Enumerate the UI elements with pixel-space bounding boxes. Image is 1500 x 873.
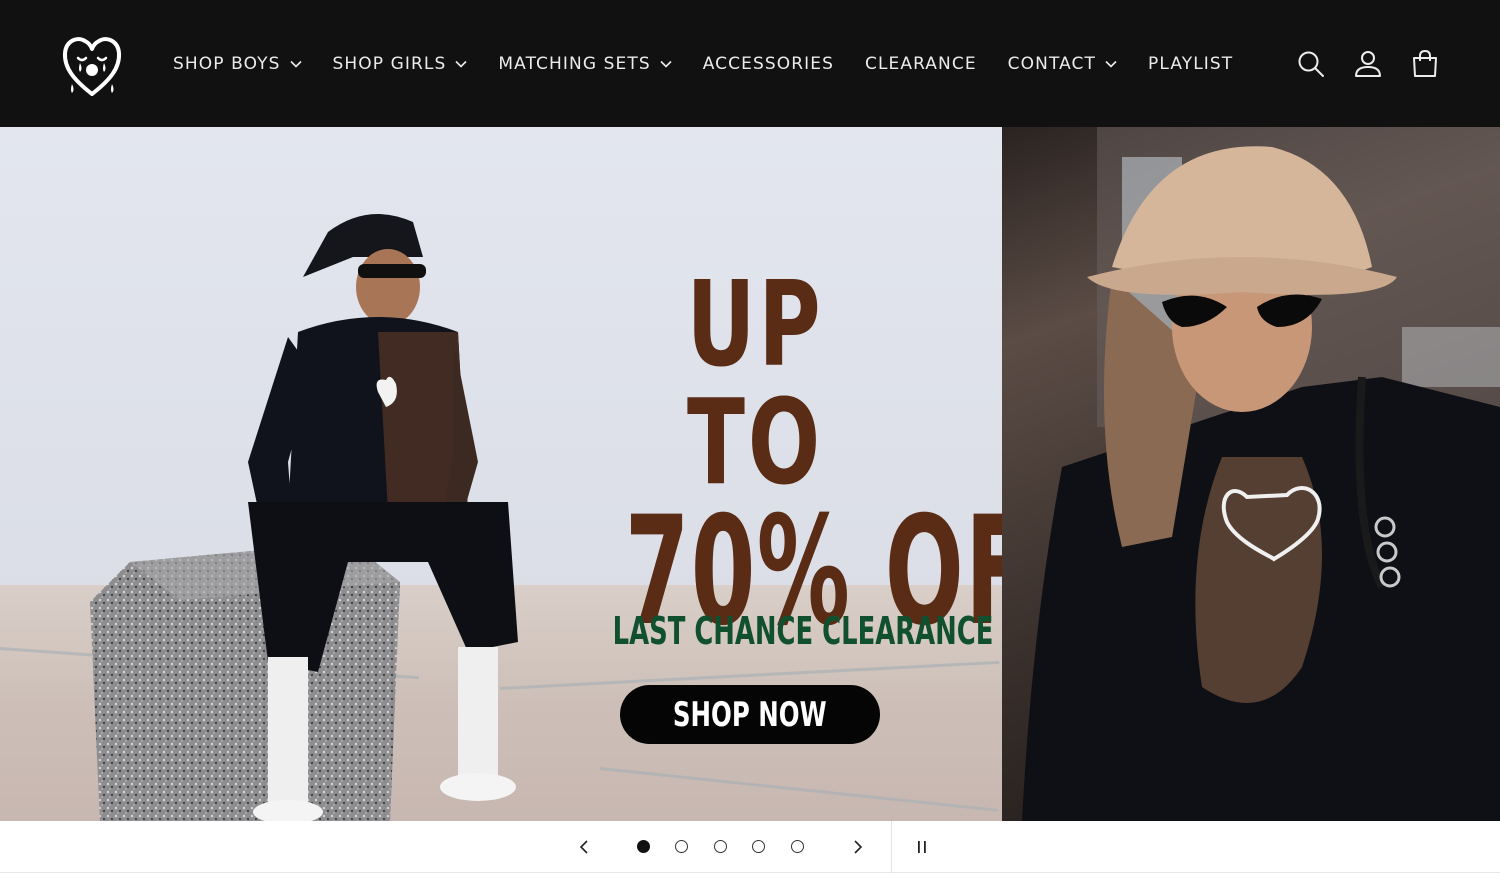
hero-left-image: UP TO 70% OFF LAST CHANCE CLEARANCE SALE… bbox=[0, 127, 1094, 821]
slide-dot-5[interactable] bbox=[791, 840, 804, 853]
nav-label: SHOP GIRLS bbox=[332, 53, 447, 74]
controls-divider bbox=[891, 821, 892, 873]
model-man-illustration bbox=[248, 214, 518, 821]
nav-contact[interactable]: CONTACT bbox=[1008, 54, 1117, 74]
nav-label: MATCHING SETS bbox=[498, 53, 651, 74]
nav-playlist[interactable]: PLAYLIST bbox=[1148, 54, 1233, 74]
nav-clearance[interactable]: CLEARANCE bbox=[865, 54, 977, 74]
nav-shop-boys[interactable]: SHOP BOYS bbox=[173, 54, 302, 74]
hero-subheadline: LAST CHANCE CLEARANCE SALE bbox=[612, 609, 1076, 653]
nav-label: ACCESSORIES bbox=[702, 53, 834, 74]
slideshow-controls bbox=[0, 821, 1500, 873]
brand-logo[interactable] bbox=[60, 32, 124, 100]
slide-dot-1[interactable] bbox=[637, 840, 650, 853]
nav-label: PLAYLIST bbox=[1148, 53, 1234, 74]
shop-now-label: SHOP NOW bbox=[673, 694, 827, 735]
shop-now-button[interactable]: SHOP NOW bbox=[620, 685, 880, 744]
account-icon[interactable] bbox=[1353, 49, 1383, 79]
pause-icon[interactable] bbox=[910, 835, 934, 859]
slide-dot-3[interactable] bbox=[714, 840, 727, 853]
slide-dot-4[interactable] bbox=[752, 840, 765, 853]
search-icon[interactable] bbox=[1296, 49, 1326, 79]
chevron-left-icon[interactable] bbox=[572, 835, 596, 859]
chevron-down-icon bbox=[455, 60, 467, 68]
nav-accessories[interactable]: ACCESSORIES bbox=[703, 54, 834, 74]
chevron-down-icon bbox=[1105, 60, 1117, 68]
chevron-down-icon bbox=[660, 60, 672, 68]
model-woman-illustration bbox=[1022, 127, 1500, 821]
nav-shop-girls[interactable]: SHOP GIRLS bbox=[333, 54, 468, 74]
slide-dot-2[interactable] bbox=[675, 840, 688, 853]
nav-matching-sets[interactable]: MATCHING SETS bbox=[498, 53, 672, 74]
chevron-right-icon[interactable] bbox=[846, 835, 870, 859]
header-actions bbox=[1269, 0, 1440, 127]
hero-slideshow: UP TO 70% OFF LAST CHANCE CLEARANCE SALE… bbox=[0, 127, 1500, 821]
site-header: SHOP BOYS SHOP GIRLS MATCHING SETS ACCES… bbox=[0, 0, 1500, 127]
hero-headline: UP TO 70% OFF bbox=[545, 255, 1094, 647]
nav-label: CLEARANCE bbox=[864, 53, 977, 74]
headline-line-1: UP TO bbox=[686, 255, 824, 511]
crying-heart-logo-icon bbox=[62, 37, 122, 96]
main-navigation: SHOP BOYS SHOP GIRLS MATCHING SETS ACCES… bbox=[173, 0, 1264, 127]
hero-right-image bbox=[1002, 127, 1500, 821]
nav-label: SHOP BOYS bbox=[173, 53, 281, 74]
cart-icon[interactable] bbox=[1410, 49, 1440, 79]
chevron-down-icon bbox=[289, 60, 302, 68]
nav-label: CONTACT bbox=[1007, 53, 1096, 74]
